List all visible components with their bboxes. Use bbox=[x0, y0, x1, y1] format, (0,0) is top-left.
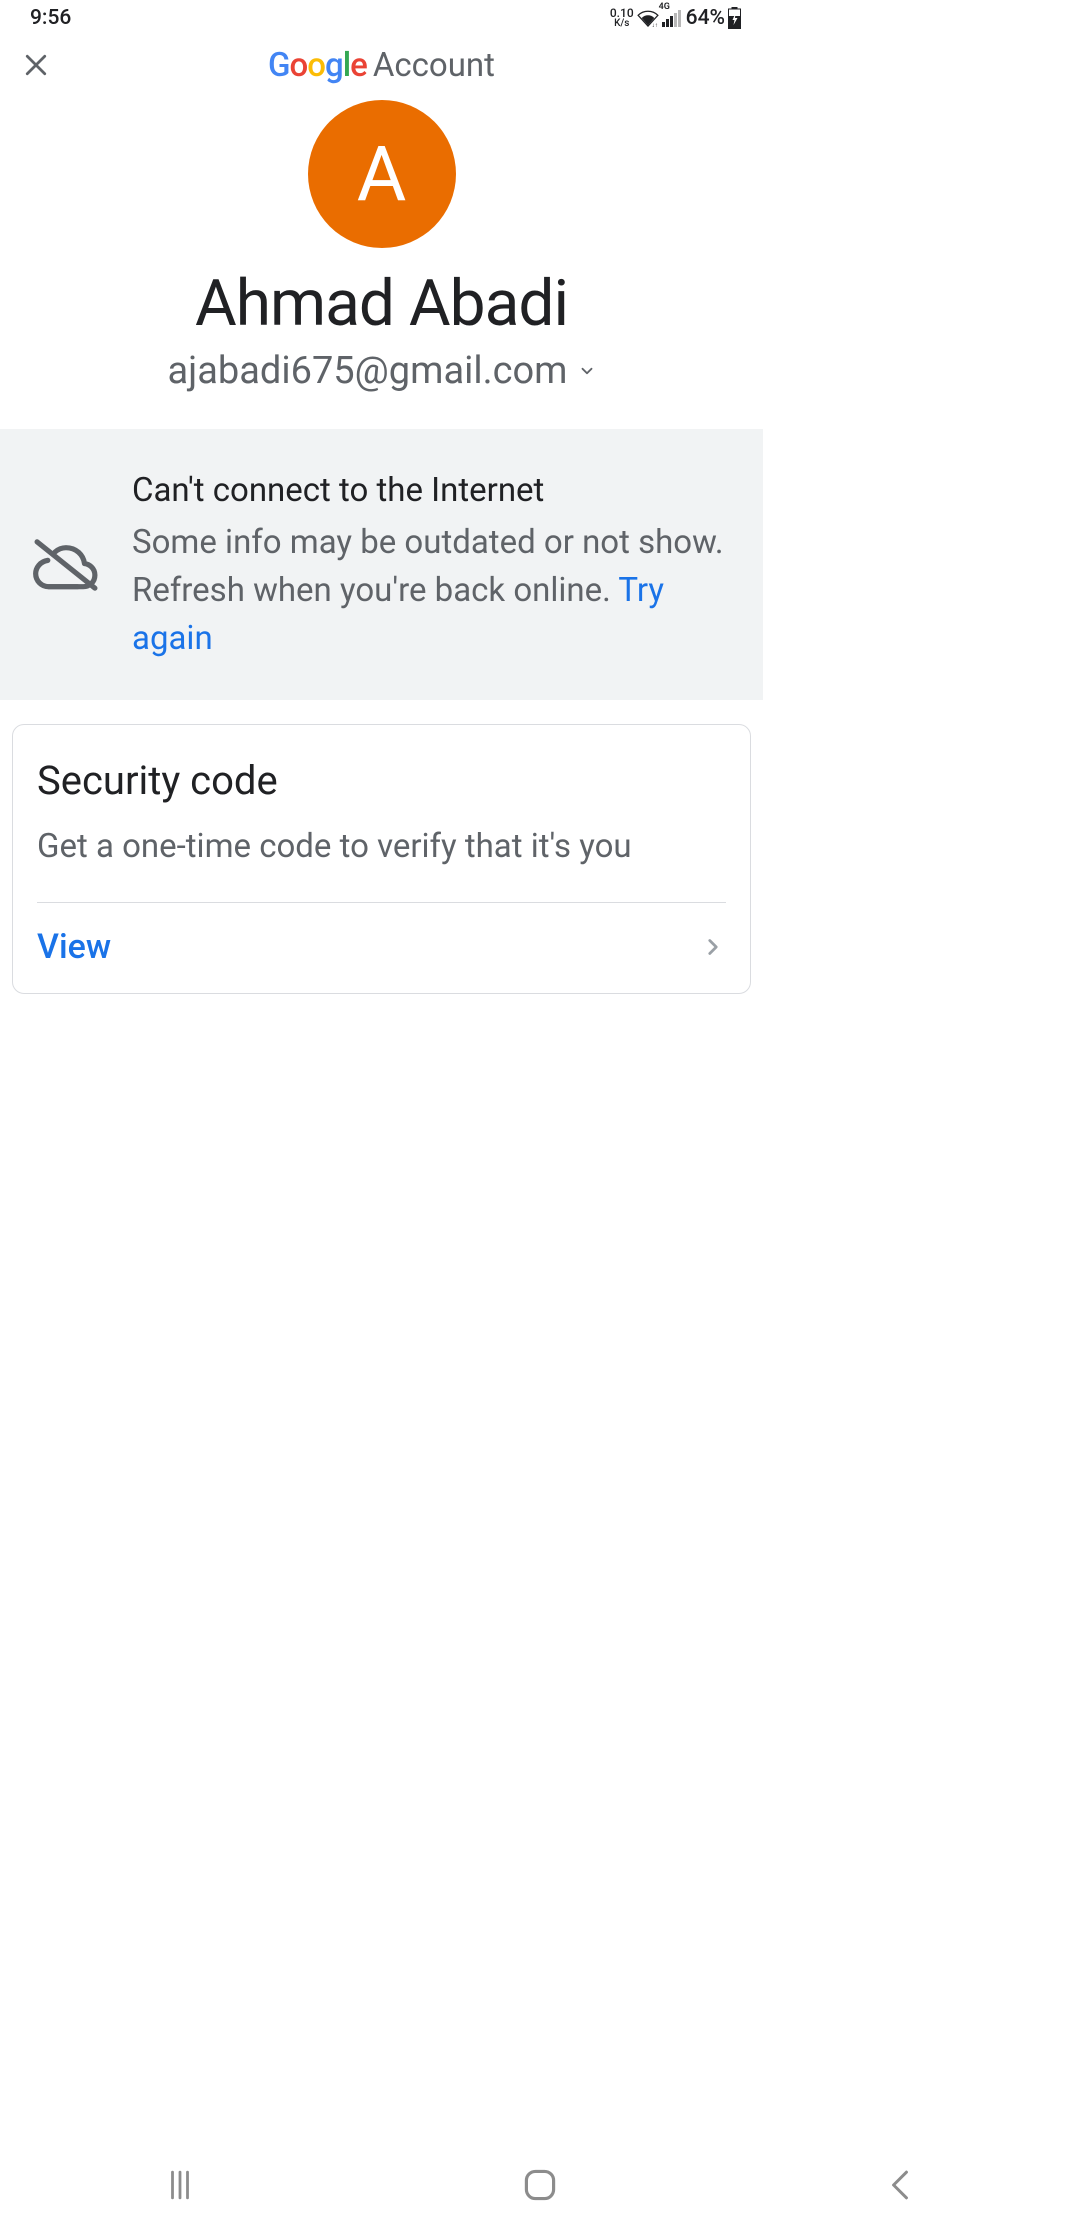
security-code-title: Security code bbox=[37, 757, 726, 804]
status-icons: 0.10 K/s ↓↑ 4G 64% bbox=[610, 6, 741, 30]
security-code-view-button[interactable]: View bbox=[37, 903, 726, 993]
view-label: View bbox=[37, 927, 111, 967]
profile-section: A Ahmad Abadi ajabadi675@gmail.com bbox=[0, 94, 763, 429]
banner-text: Can't connect to the Internet Some info … bbox=[132, 467, 733, 662]
nav-recents-button[interactable] bbox=[120, 2160, 240, 2210]
offline-banner: Can't connect to the Internet Some info … bbox=[0, 429, 763, 700]
chevron-right-icon bbox=[700, 934, 726, 960]
google-logo: Google bbox=[268, 46, 367, 85]
status-time: 9:56 bbox=[30, 6, 71, 30]
android-nav-bar bbox=[0, 2154, 1080, 2216]
nav-home-button[interactable] bbox=[480, 2160, 600, 2210]
recents-icon bbox=[166, 2170, 194, 2200]
account-label: Account bbox=[373, 46, 495, 85]
battery-charging-icon bbox=[728, 7, 741, 29]
nav-back-button[interactable] bbox=[840, 2160, 960, 2210]
close-icon bbox=[21, 50, 51, 80]
status-bar: 9:56 0.10 K/s ↓↑ 4G 64% bbox=[0, 0, 763, 36]
close-button[interactable] bbox=[16, 45, 56, 85]
email-text: ajabadi675@gmail.com bbox=[167, 349, 567, 393]
banner-title: Can't connect to the Internet bbox=[132, 467, 733, 515]
security-code-description: Get a one-time code to verify that it's … bbox=[37, 822, 726, 902]
avatar[interactable]: A bbox=[308, 100, 456, 248]
mobile-signal-icon: 4G bbox=[662, 10, 681, 27]
display-name: Ahmad Abadi bbox=[195, 266, 568, 341]
home-icon bbox=[523, 2168, 557, 2202]
cloud-off-icon bbox=[30, 539, 102, 591]
net-speed-unit: K/s bbox=[610, 19, 634, 29]
page-title: Google Account bbox=[268, 46, 495, 85]
account-switcher[interactable]: ajabadi675@gmail.com bbox=[167, 349, 595, 393]
battery-percentage: 64% bbox=[686, 6, 725, 30]
back-icon bbox=[887, 2170, 913, 2200]
svg-text:↓↑: ↓↑ bbox=[651, 21, 657, 27]
chevron-down-icon bbox=[578, 362, 596, 380]
app-header: Google Account bbox=[0, 36, 763, 94]
security-code-card: Security code Get a one-time code to ver… bbox=[12, 724, 751, 994]
wifi-icon: ↓↑ bbox=[637, 9, 659, 27]
net-speed-indicator: 0.10 K/s bbox=[610, 7, 634, 29]
